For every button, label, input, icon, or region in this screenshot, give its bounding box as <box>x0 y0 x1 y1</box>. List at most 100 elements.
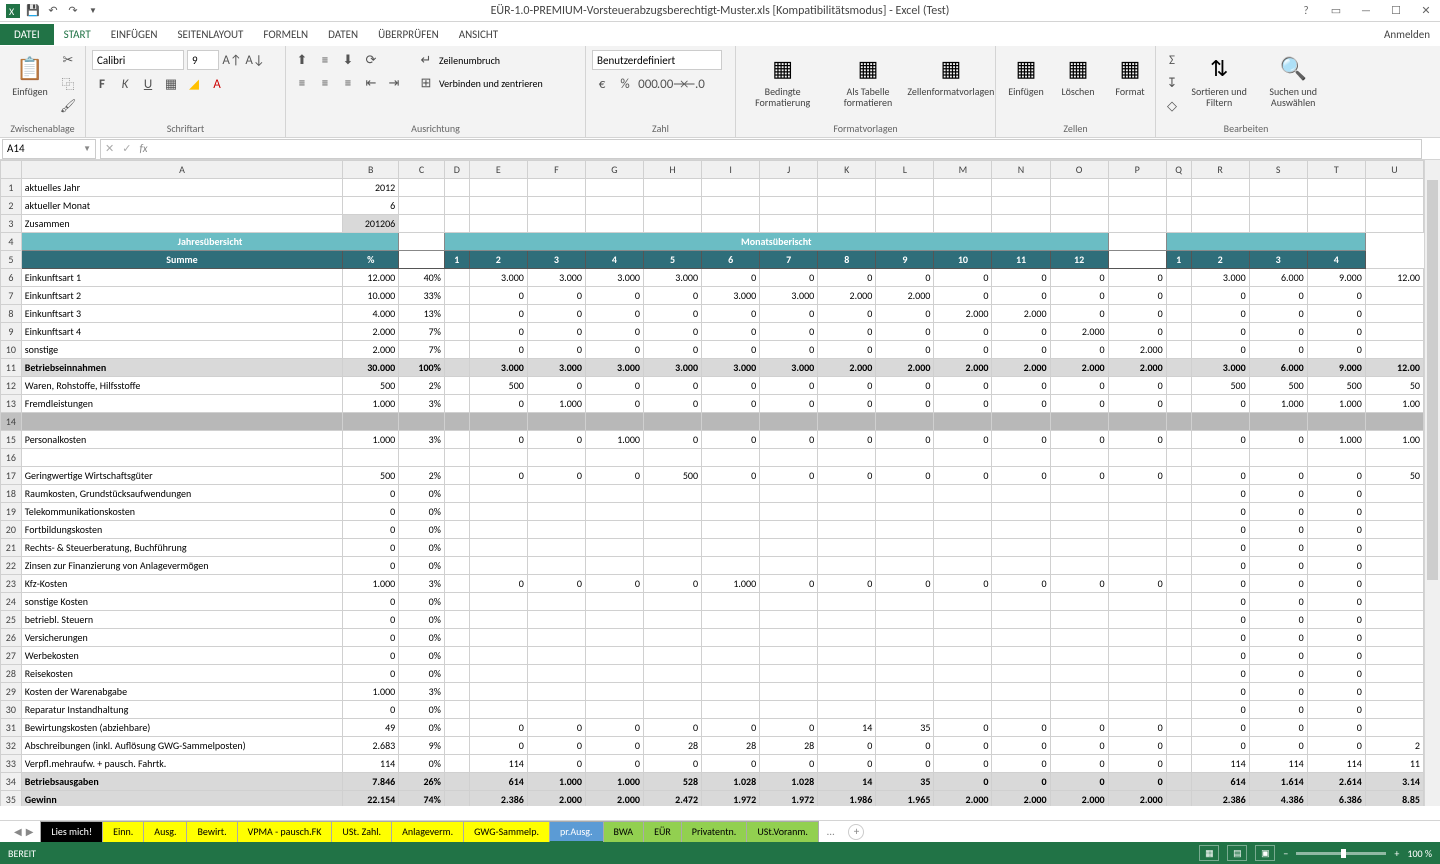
cell[interactable]: 0 <box>992 395 1050 413</box>
cell[interactable]: 4.386 <box>1249 791 1307 807</box>
cell[interactable]: 0 <box>818 737 876 755</box>
cell[interactable] <box>934 503 992 521</box>
cell[interactable] <box>1108 647 1166 665</box>
cell[interactable]: 2.000 <box>992 305 1050 323</box>
cell[interactable]: 0 <box>1050 755 1108 773</box>
cell[interactable]: 0 <box>1050 287 1108 305</box>
cell[interactable] <box>469 449 527 467</box>
cell[interactable]: 3.000 <box>760 359 818 377</box>
cell[interactable] <box>1050 413 1108 431</box>
cell[interactable] <box>934 215 992 233</box>
cell[interactable]: 3% <box>399 575 445 593</box>
cell[interactable] <box>1166 665 1191 683</box>
autosum-icon[interactable]: Σ <box>1162 50 1182 70</box>
cell[interactable]: 1.000 <box>343 395 399 413</box>
cell[interactable] <box>1365 593 1423 611</box>
cell[interactable] <box>585 557 643 575</box>
cell[interactable] <box>644 557 702 575</box>
cell[interactable]: 0 <box>1108 431 1166 449</box>
cell[interactable]: 0 <box>644 719 702 737</box>
cell[interactable]: 0 <box>1249 737 1307 755</box>
cell[interactable]: 1.000 <box>702 575 760 593</box>
cell[interactable] <box>444 557 469 575</box>
cell[interactable] <box>644 503 702 521</box>
cell[interactable] <box>1108 413 1166 431</box>
align-top-icon[interactable]: ⬆ <box>292 50 312 70</box>
cell[interactable] <box>1249 179 1307 197</box>
cell[interactable] <box>992 539 1050 557</box>
cell[interactable] <box>1166 521 1191 539</box>
cell[interactable]: 14 <box>818 773 876 791</box>
cell[interactable] <box>1166 449 1191 467</box>
cell[interactable] <box>702 647 760 665</box>
cell[interactable]: 0 <box>702 305 760 323</box>
cell[interactable] <box>876 683 934 701</box>
cell[interactable]: 0 <box>1249 485 1307 503</box>
cell[interactable] <box>469 215 527 233</box>
cell[interactable]: 0 <box>1050 269 1108 287</box>
cell[interactable]: 6.000 <box>1249 269 1307 287</box>
inc-decimal-icon[interactable]: .00→ <box>661 74 681 94</box>
cell[interactable]: 0 <box>1249 539 1307 557</box>
clear-icon[interactable]: ◇ <box>1162 96 1182 116</box>
cell[interactable] <box>527 665 585 683</box>
cell[interactable]: 0 <box>1050 719 1108 737</box>
cell[interactable] <box>469 413 527 431</box>
cell[interactable]: 0 <box>1249 341 1307 359</box>
cell[interactable] <box>644 485 702 503</box>
cell[interactable]: Waren, Rohstoffe, Hilfsstoffe <box>21 377 343 395</box>
cell[interactable]: 3.000 <box>585 269 643 287</box>
cell[interactable] <box>1365 629 1423 647</box>
cell[interactable]: 0 <box>1249 323 1307 341</box>
cell[interactable] <box>818 503 876 521</box>
cell[interactable] <box>760 683 818 701</box>
cell[interactable]: 9.000 <box>1307 359 1365 377</box>
cell[interactable] <box>1365 215 1423 233</box>
cell[interactable] <box>1365 665 1423 683</box>
fill-icon[interactable]: ↧ <box>1162 73 1182 93</box>
cell[interactable] <box>1365 575 1423 593</box>
cell[interactable]: 0 <box>1191 647 1249 665</box>
cell[interactable]: 0 <box>818 395 876 413</box>
cell[interactable] <box>818 539 876 557</box>
cell[interactable] <box>876 503 934 521</box>
cell[interactable]: 1.000 <box>343 683 399 701</box>
cell[interactable] <box>760 179 818 197</box>
cell[interactable] <box>1166 215 1191 233</box>
cell[interactable] <box>469 593 527 611</box>
cell[interactable] <box>1307 449 1365 467</box>
cell[interactable] <box>1191 215 1249 233</box>
cell[interactable]: Gewinn <box>21 791 343 807</box>
format-cells-button[interactable]: ▦Format <box>1106 50 1154 99</box>
cell[interactable]: 0 <box>343 665 399 683</box>
cell[interactable]: 0 <box>1307 575 1365 593</box>
cell[interactable]: 0 <box>527 719 585 737</box>
cell[interactable] <box>21 449 343 467</box>
help-icon[interactable]: ? <box>1296 2 1316 20</box>
cancel-formula-icon[interactable]: ✕ <box>105 142 114 155</box>
cell[interactable]: 0 <box>343 611 399 629</box>
cell[interactable] <box>469 179 527 197</box>
cell[interactable] <box>444 719 469 737</box>
tab-start[interactable]: START <box>54 24 101 45</box>
cell[interactable] <box>818 449 876 467</box>
cell[interactable] <box>644 413 702 431</box>
col-header[interactable]: O <box>1050 161 1108 179</box>
cell[interactable]: 0 <box>934 773 992 791</box>
cell[interactable]: 6.000 <box>1249 359 1307 377</box>
cell[interactable] <box>934 449 992 467</box>
cell[interactable]: 1.000 <box>1307 395 1365 413</box>
cell[interactable] <box>444 269 469 287</box>
cell[interactable] <box>527 215 585 233</box>
cell[interactable]: Kosten der Warenabgabe <box>21 683 343 701</box>
cell[interactable] <box>444 215 469 233</box>
cell[interactable] <box>444 359 469 377</box>
cell[interactable]: 2.000 <box>585 791 643 807</box>
cell[interactable] <box>1365 305 1423 323</box>
cell[interactable] <box>1108 629 1166 647</box>
cell[interactable] <box>1050 485 1108 503</box>
col-header[interactable]: H <box>644 161 702 179</box>
cell[interactable] <box>527 413 585 431</box>
cell[interactable]: 0 <box>818 323 876 341</box>
cell[interactable] <box>934 593 992 611</box>
